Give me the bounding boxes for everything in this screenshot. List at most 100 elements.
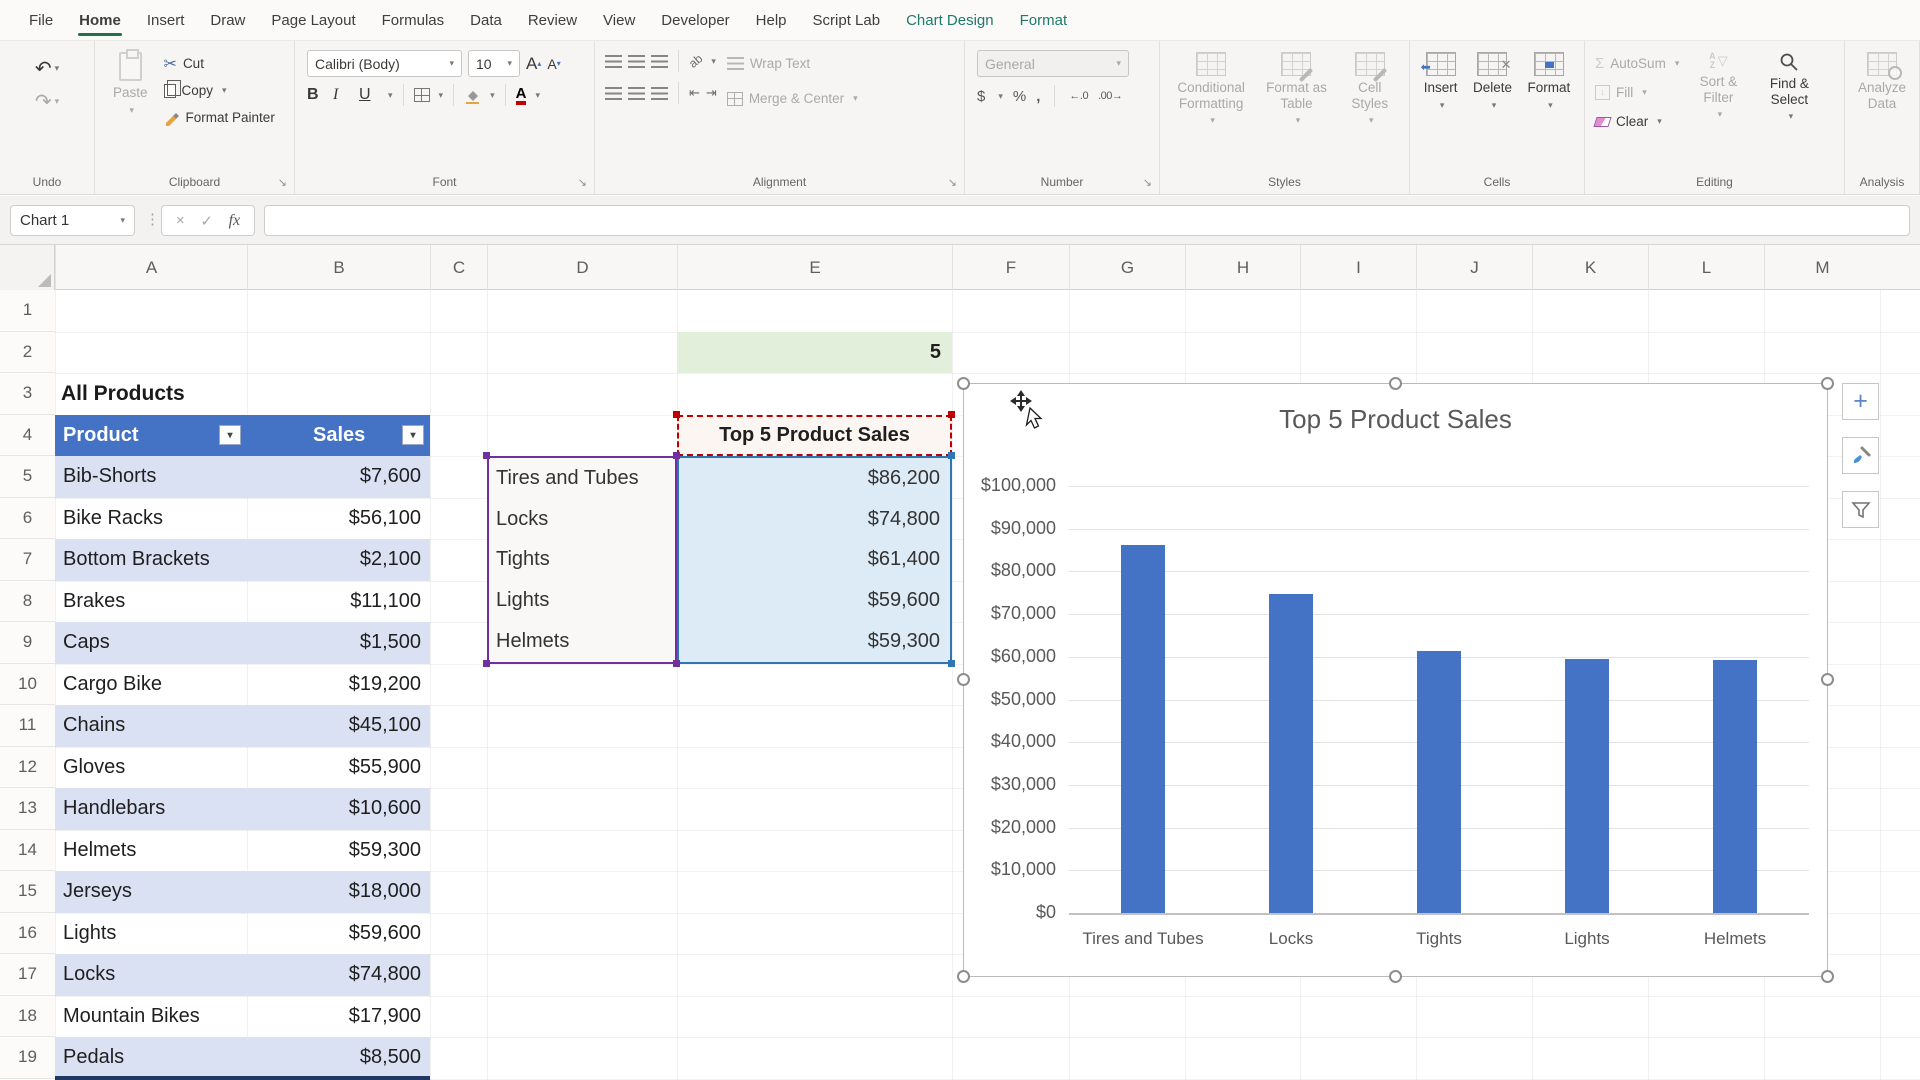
product-sales-cell[interactable]: $18,000 (247, 871, 430, 913)
product-name-cell[interactable]: Brakes (55, 581, 247, 623)
product-sales-cell[interactable]: $74,800 (247, 954, 430, 996)
column-header-C[interactable]: C (430, 245, 487, 290)
number-dialog-launcher[interactable]: ↘ (1143, 176, 1152, 189)
sales-filter-icon[interactable]: ▾ (402, 425, 424, 445)
row-header-10[interactable]: 10 (0, 664, 55, 706)
column-header-A[interactable]: A (55, 245, 247, 290)
redo-button[interactable]: ↷▾ (35, 89, 59, 114)
format-painter-button[interactable]: Format Painter (164, 104, 275, 131)
increase-font-button[interactable]: A▴ (526, 54, 541, 74)
undo-button[interactable]: ↶▾ (35, 56, 59, 81)
merge-center-button[interactable]: Merge & Center▾ (727, 85, 858, 112)
column-header-K[interactable]: K (1532, 245, 1648, 290)
clear-button[interactable]: Clear▾ (1595, 108, 1679, 135)
format-cells-button[interactable]: Format▾ (1521, 50, 1576, 112)
bar-tights[interactable] (1417, 651, 1461, 913)
column-header-B[interactable]: B (247, 245, 430, 290)
menu-tab-developer[interactable]: Developer (648, 0, 742, 40)
row-header-14[interactable]: 14 (0, 830, 55, 872)
number-format-select[interactable]: General▾ (977, 50, 1129, 77)
comma-style-icon[interactable]: , (1036, 88, 1040, 105)
product-row[interactable]: Locks$74,800 (55, 954, 430, 996)
top5-value-cell[interactable]: $74,800 (679, 499, 950, 540)
product-name-cell[interactable]: Mountain Bikes (55, 996, 247, 1038)
fill-color-icon[interactable] (464, 87, 481, 104)
product-sales-cell[interactable]: $56,100 (247, 498, 430, 540)
product-name-cell[interactable]: Caps (55, 622, 247, 664)
chart-handle-ne[interactable] (1821, 377, 1834, 390)
chart-handle-e[interactable] (1821, 673, 1834, 686)
product-name-cell[interactable]: Jerseys (55, 871, 247, 913)
decrease-indent-icon[interactable]: ⇤ (689, 85, 700, 101)
product-sales-cell[interactable]: $2,100 (247, 539, 430, 581)
product-row[interactable]: Chains$45,100 (55, 705, 430, 747)
italic-button[interactable]: I (333, 86, 353, 104)
font-size-select[interactable]: 10▾ (468, 50, 520, 77)
product-row[interactable]: Bib-Shorts$7,600 (55, 456, 430, 498)
product-column-header[interactable]: Product ▾ (55, 415, 247, 457)
product-row[interactable]: Pedals$8,500 (55, 1037, 430, 1079)
product-name-cell[interactable]: Pedals (55, 1037, 247, 1079)
product-name-cell[interactable]: Bike Racks (55, 498, 247, 540)
row-header-8[interactable]: 8 (0, 581, 55, 623)
column-header-F[interactable]: F (952, 245, 1069, 290)
align-right-icon[interactable] (651, 87, 668, 100)
orientation-icon[interactable]: ab (686, 51, 705, 70)
bold-button[interactable]: B (307, 86, 327, 104)
product-filter-icon[interactable]: ▾ (219, 425, 241, 445)
column-header-I[interactable]: I (1300, 245, 1416, 290)
top5-value-cell[interactable]: $86,200 (679, 458, 950, 499)
chart-title[interactable]: Top 5 Product Sales (964, 404, 1827, 435)
chart-styles-button[interactable] (1842, 437, 1879, 474)
chart-handle-se[interactable] (1821, 970, 1834, 983)
product-sales-cell[interactable]: $59,600 (247, 913, 430, 955)
chart-handle-s[interactable] (1389, 970, 1402, 983)
menu-tab-format[interactable]: Format (1007, 0, 1081, 40)
menu-tab-view[interactable]: View (590, 0, 648, 40)
align-bottom-icon[interactable] (651, 55, 668, 68)
bar-helmets[interactable] (1713, 660, 1757, 913)
product-sales-cell[interactable]: $59,300 (247, 830, 430, 872)
copy-button[interactable]: Copy▾ (164, 77, 275, 104)
analyze-data-button[interactable]: Analyze Data (1851, 50, 1913, 113)
accounting-format-icon[interactable]: $ (977, 88, 985, 105)
product-sales-cell[interactable]: $19,200 (247, 664, 430, 706)
product-sales-cell[interactable]: $45,100 (247, 705, 430, 747)
menu-tab-formulas[interactable]: Formulas (369, 0, 458, 40)
menu-tab-insert[interactable]: Insert (134, 0, 198, 40)
bar-tires-and-tubes[interactable] (1121, 545, 1165, 913)
menu-tab-chart-design[interactable]: Chart Design (893, 0, 1007, 40)
row-header-3[interactable]: 3 (0, 373, 55, 415)
cancel-icon[interactable]: × (176, 212, 185, 229)
top5-name-cell[interactable]: Locks (489, 499, 675, 540)
percent-style-icon[interactable]: % (1013, 88, 1026, 105)
insert-cells-button[interactable]: ⬅ Insert▾ (1418, 50, 1464, 112)
top5-values-range[interactable]: $86,200$74,800$61,400$59,600$59,300 (677, 456, 952, 664)
product-row[interactable]: Cargo Bike$19,200 (55, 664, 430, 706)
menu-tab-home[interactable]: Home (66, 0, 134, 40)
row-header-12[interactable]: 12 (0, 747, 55, 789)
range-handle[interactable] (483, 660, 490, 667)
column-header-M[interactable]: M (1764, 245, 1880, 290)
format-as-table-button[interactable]: Format as Table▾ (1258, 50, 1334, 127)
formula-input[interactable] (264, 205, 1910, 236)
name-box[interactable]: Chart 1▾ (10, 205, 135, 236)
menu-tab-draw[interactable]: Draw (197, 0, 258, 40)
product-row[interactable]: Caps$1,500 (55, 622, 430, 664)
row-header-13[interactable]: 13 (0, 788, 55, 830)
font-dialog-launcher[interactable]: ↘ (578, 176, 587, 189)
decrease-decimal-icon[interactable]: .00→ (1098, 90, 1122, 102)
top5-name-cell[interactable]: Lights (489, 580, 675, 621)
clipboard-dialog-launcher[interactable]: ↘ (278, 176, 287, 189)
chart-handle-w[interactable] (957, 673, 970, 686)
product-sales-cell[interactable]: $1,500 (247, 622, 430, 664)
range-handle[interactable] (483, 452, 490, 459)
product-row[interactable]: Jerseys$18,000 (55, 871, 430, 913)
product-sales-cell[interactable]: $17,900 (247, 996, 430, 1038)
product-name-cell[interactable]: Gloves (55, 747, 247, 789)
product-name-cell[interactable]: Bib-Shorts (55, 456, 247, 498)
align-top-icon[interactable] (605, 55, 622, 68)
decrease-font-button[interactable]: A▾ (547, 56, 560, 72)
product-row[interactable]: Lights$59,600 (55, 913, 430, 955)
sort-filter-button[interactable]: AZ▽ Sort & Filter▾ (1687, 50, 1749, 135)
